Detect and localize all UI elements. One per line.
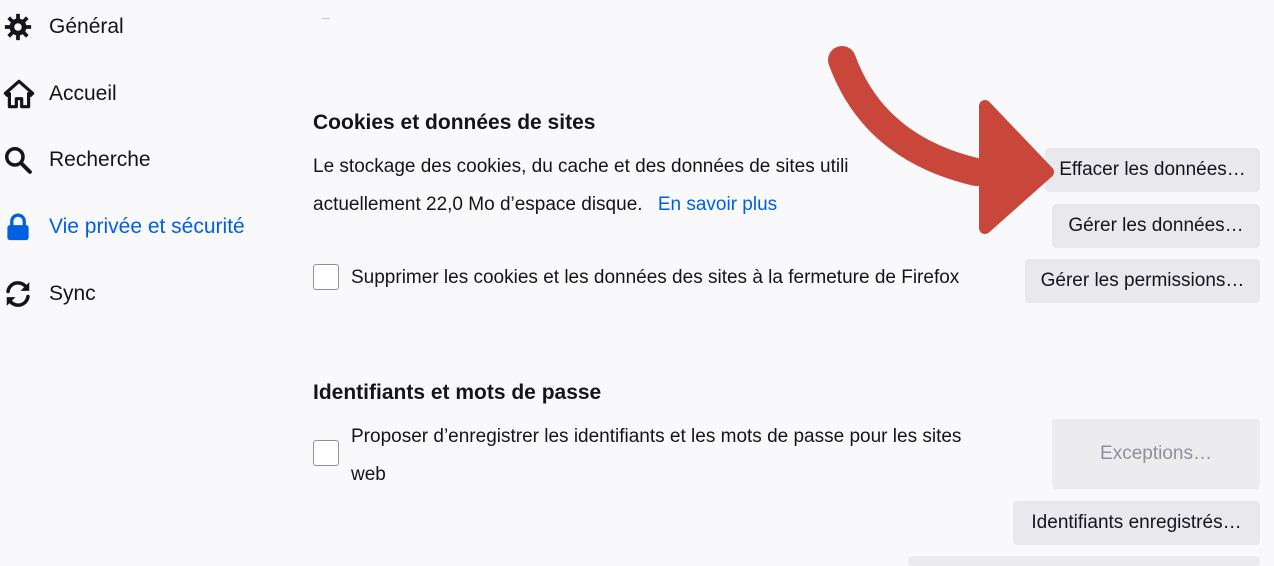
annotation-arrow-icon [828, 46, 1054, 234]
